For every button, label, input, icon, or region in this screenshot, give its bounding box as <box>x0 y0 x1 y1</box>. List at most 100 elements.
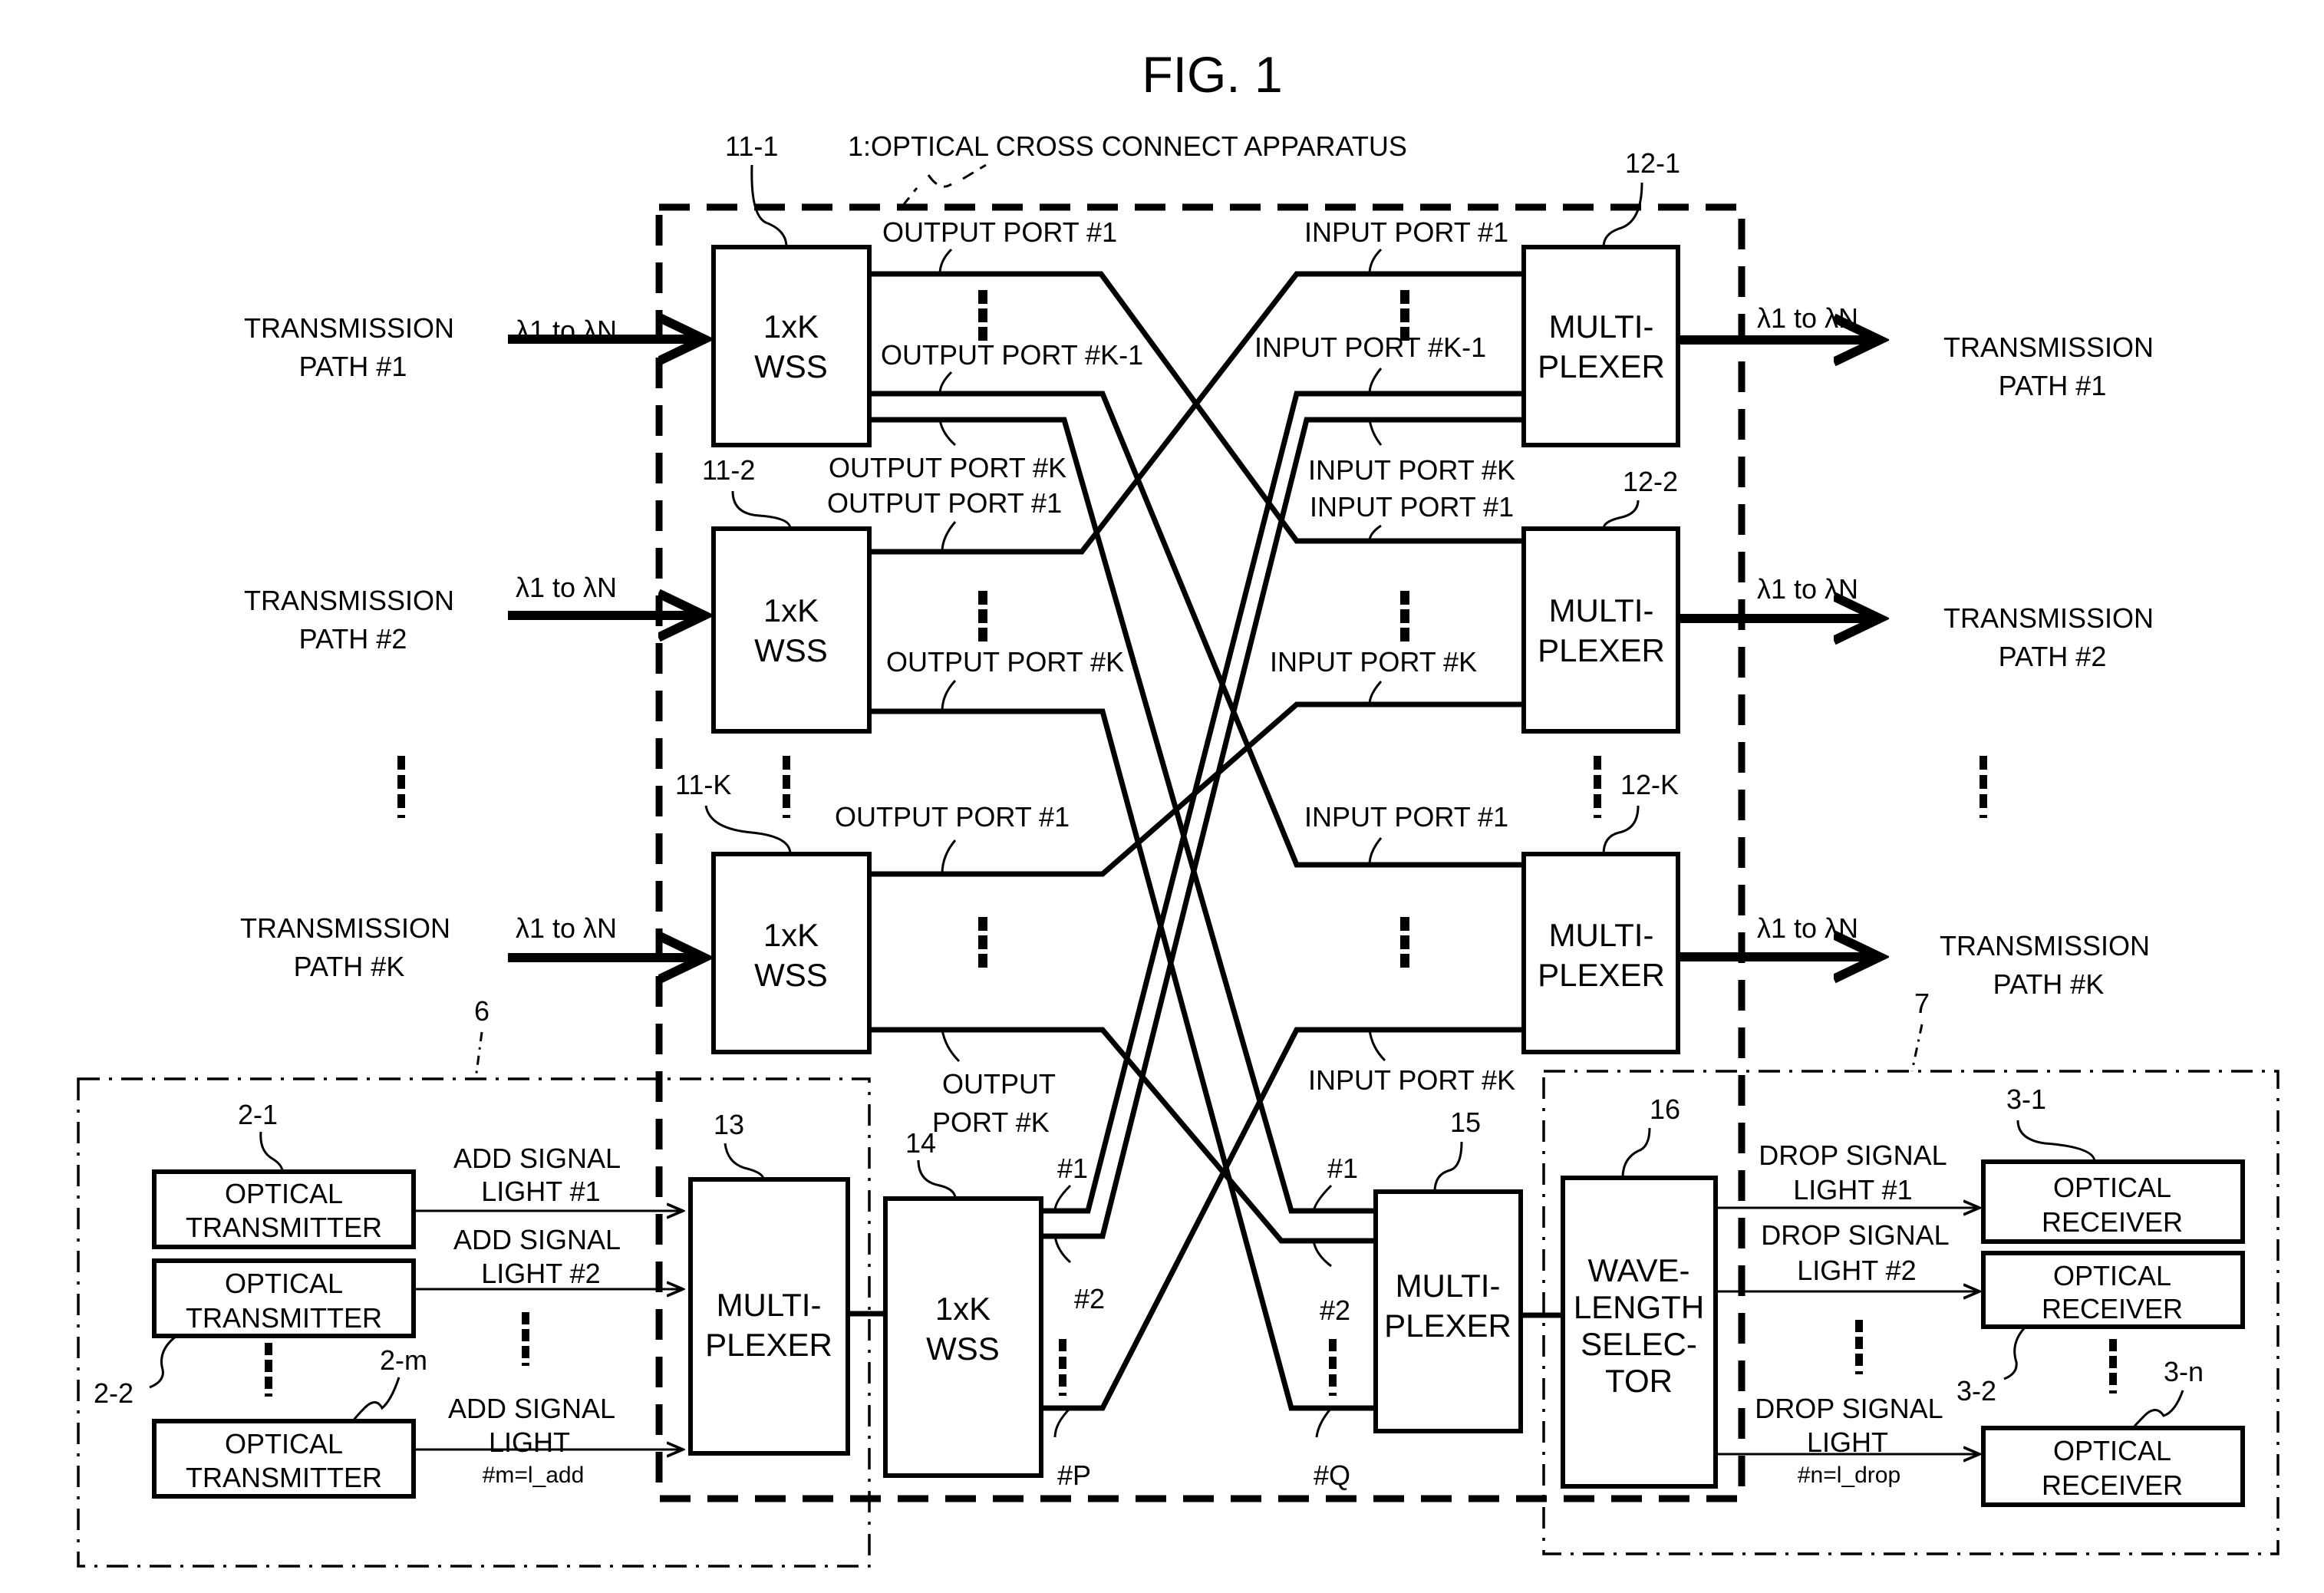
port-leader <box>941 521 957 552</box>
mux-12-K-ref: 12-K <box>1620 769 1679 800</box>
receiver-label: RECEIVER <box>2042 1206 2183 1238</box>
transmitter-ref: 2-2 <box>94 1377 134 1409</box>
mux-12-K-label: MULTI- <box>1549 917 1654 953</box>
muxK-port-label: INPUT PORT #1 <box>1304 801 1508 833</box>
wss-11-2-ref: 11-2 <box>702 454 755 486</box>
optical-cross-connect-diagram: FIG. 1 1:OPTICAL CROSS CONNECT APPARATUS… <box>77 46 2279 1568</box>
port-leader <box>1053 1235 1071 1264</box>
receiver-leader <box>2016 1120 2096 1163</box>
output-path-2-label: PATH #2 <box>1999 641 2107 672</box>
receiver-label: RECEIVER <box>2042 1469 2183 1501</box>
mux-12-2-label: PLEXER <box>1538 632 1665 668</box>
mux1-port-label: INPUT PORT #1 <box>1304 216 1508 248</box>
mux-12-1 <box>1521 245 1680 447</box>
selector-label: LENGTH <box>1574 1289 1704 1325</box>
port-leader <box>1368 1029 1386 1062</box>
drop-signal-label: LIGHT #2 <box>1797 1255 1916 1286</box>
mux-12-2-ref: 12-2 <box>1623 466 1678 497</box>
add-signal-label: #m=l_add <box>483 1463 585 1488</box>
mux2-port-label: INPUT PORT #1 <box>1310 491 1514 523</box>
wss-11-1 <box>711 245 872 447</box>
drop-signal-label: DROP SIGNAL <box>1755 1393 1943 1424</box>
drop-signal-label: DROP SIGNAL <box>1759 1140 1947 1171</box>
wss-11-K <box>711 852 872 1054</box>
add-section-ref: 6 <box>474 995 490 1027</box>
port-leader <box>1053 1407 1072 1438</box>
output-1-wavelength: λ1 to λN <box>1757 302 1858 334</box>
wss2-port-label: OUTPUT PORT #1 <box>827 487 1062 519</box>
mux-12-1-leader <box>1602 182 1643 248</box>
apparatus-leader <box>900 163 987 208</box>
port-leader <box>938 248 953 275</box>
wss-11-2-label: 1xK <box>763 592 819 628</box>
apparatus-label: 1:OPTICAL CROSS CONNECT APPARATUS <box>848 130 1407 162</box>
muxK-port-label: INPUT PORT #K <box>1308 1064 1515 1096</box>
mux-15-port: #2 <box>1320 1295 1350 1326</box>
input-path-2-label: PATH #2 <box>299 623 407 655</box>
wss-14-ref: 14 <box>905 1127 936 1159</box>
transmitter-label: OPTICAL <box>225 1178 343 1209</box>
port-leader <box>938 419 956 447</box>
input-K-wavelength: λ1 to λN <box>516 912 617 944</box>
wssK-port-label: OUTPUT PORT #1 <box>835 801 1070 833</box>
mux-12-K-leader <box>1602 805 1640 855</box>
wss-14-port: #P <box>1057 1459 1091 1491</box>
wss1-port-label: OUTPUT PORT #K <box>829 452 1066 483</box>
transmitter-ref: 2-1 <box>238 1099 278 1130</box>
drop-signal-label: LIGHT <box>1807 1426 1888 1458</box>
mux1-port-label: INPUT PORT #K-1 <box>1254 331 1486 363</box>
mux-12-K <box>1521 852 1680 1054</box>
wss-11-2 <box>711 526 872 734</box>
receiver-label: OPTICAL <box>2053 1435 2171 1466</box>
wss-11-K-ref: 11-K <box>675 769 731 800</box>
drop-signal-label: #n=l_drop <box>1798 1463 1900 1488</box>
wss-14-port: #1 <box>1057 1153 1088 1184</box>
receiver-label: RECEIVER <box>2042 1293 2183 1324</box>
port-leader <box>1312 1184 1333 1212</box>
port-leader <box>941 679 957 712</box>
transmitter-ref: 2-m <box>380 1344 427 1376</box>
mux-15-leader <box>1433 1141 1463 1192</box>
mux-13-leader <box>724 1143 765 1180</box>
mux-12-K-label: PLEXER <box>1538 957 1665 993</box>
add-signal-label: ADD SIGNAL <box>453 1143 621 1174</box>
wss-14-leader <box>917 1159 957 1199</box>
mux-15-ref: 15 <box>1450 1107 1481 1138</box>
wss2-port-label: OUTPUT PORT #K <box>886 646 1124 678</box>
transmitter-leader <box>351 1377 401 1422</box>
input-path-1-label: PATH #1 <box>299 351 407 382</box>
selector-leader <box>1621 1127 1651 1179</box>
port-leader <box>1368 248 1383 275</box>
mux-13-ref: 13 <box>714 1109 744 1140</box>
port-leader <box>1368 419 1383 446</box>
port-leader <box>1368 368 1383 394</box>
mux-12-2 <box>1521 526 1680 734</box>
output-path-2-label: TRANSMISSION <box>1943 602 2154 634</box>
wss-11-K-leader <box>704 805 792 855</box>
transmitter-label: TRANSMITTER <box>186 1302 382 1334</box>
drop-signal-label: DROP SIGNAL <box>1761 1219 1949 1251</box>
drop-section-ref: 7 <box>1914 988 1930 1019</box>
add-signal-label: LIGHT #2 <box>481 1258 600 1289</box>
wss-11-1-label: 1xK <box>763 308 819 345</box>
wss-11-1-label: WSS <box>754 348 828 384</box>
port-leader <box>941 1029 961 1063</box>
wss-11-2-label: WSS <box>754 632 828 668</box>
output-path-K-label: PATH #K <box>1993 968 2105 1000</box>
port-leader <box>1053 1184 1072 1212</box>
selector-ref: 16 <box>1650 1093 1680 1125</box>
port-leader <box>1368 837 1383 866</box>
mux2-port-label: INPUT PORT #K <box>1270 646 1477 678</box>
receiver-ref: 3-1 <box>2006 1083 2046 1115</box>
mux-12-2-leader <box>1602 500 1640 529</box>
selector-label: TOR <box>1605 1363 1673 1399</box>
input-path-K-label: TRANSMISSION <box>240 912 450 944</box>
input-2-wavelength: λ1 to λN <box>516 572 617 603</box>
mux-15-port: #Q <box>1314 1459 1350 1491</box>
receiver-leader <box>2003 1325 2027 1380</box>
mux-15-label: MULTI- <box>1396 1268 1501 1304</box>
mux-15-port-ellipsis <box>1329 1339 1337 1396</box>
mux-13-label: PLEXER <box>705 1327 832 1363</box>
wss-11-1-ref: 11-1 <box>725 130 778 162</box>
mux-13-label: MULTI- <box>717 1287 822 1323</box>
